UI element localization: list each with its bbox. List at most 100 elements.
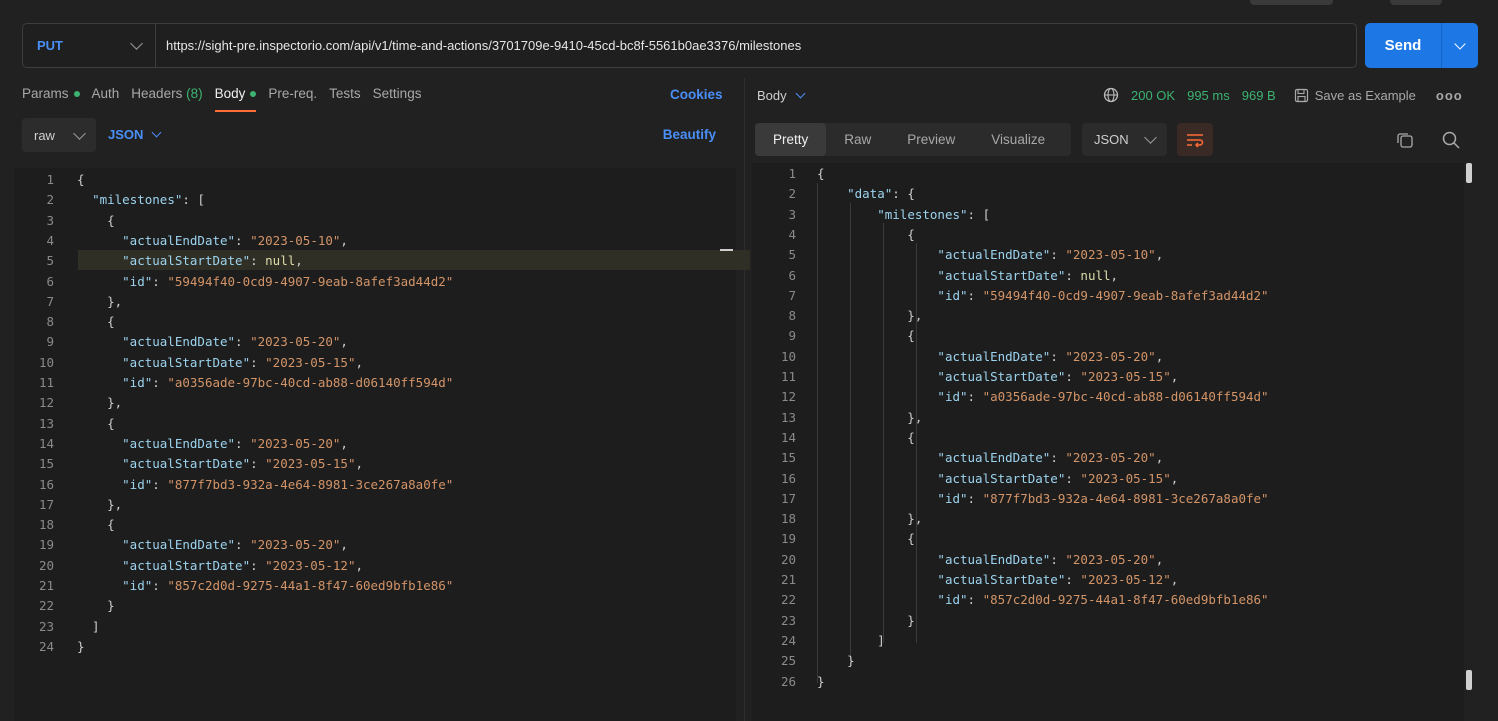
status-code[interactable]: 200 OK	[1131, 88, 1175, 103]
save-as-example-button[interactable]: Save as Example	[1294, 88, 1416, 103]
response-format-select[interactable]: JSON	[1082, 123, 1167, 156]
tab-prereq-label: Pre-req.	[268, 86, 318, 101]
view-tab-raw[interactable]: Raw	[826, 123, 889, 156]
code-token: }	[817, 612, 915, 628]
code-token: {	[77, 314, 115, 330]
body-mode-label: raw	[34, 127, 55, 143]
view-tab-pretty[interactable]: Pretty	[755, 123, 827, 156]
code-token: {	[817, 429, 915, 445]
code-token: :	[235, 537, 251, 553]
line-number: 9	[788, 328, 796, 344]
tab-body-label: Body	[214, 86, 246, 101]
code-text: }	[817, 651, 855, 671]
code-line: 2 "data": {	[752, 184, 1464, 204]
code-token: :	[967, 287, 983, 303]
code-text: "actualEndDate": "2023-05-20",	[77, 535, 348, 555]
code-token: ,	[1155, 348, 1164, 364]
tab-headers[interactable]: Headers (8)	[131, 86, 202, 112]
line-number: 8	[788, 308, 796, 324]
body-indicator-dot	[250, 91, 257, 98]
more-options-icon[interactable]: ooo	[1436, 88, 1463, 103]
line-number: 16	[38, 476, 54, 492]
code-text: ]	[77, 617, 100, 637]
copy-icon[interactable]	[1396, 131, 1414, 149]
code-line: 22 "id": "857c2d0d-9275-44a1-8f47-60ed9b…	[752, 590, 1464, 610]
code-token: "actualStartDate"	[937, 369, 1066, 384]
beautify-button[interactable]: Beautify	[663, 127, 716, 142]
code-text: "actualStartDate": "2023-05-15",	[817, 367, 1178, 387]
tab-auth[interactable]: Auth	[92, 86, 120, 112]
code-token: "2023-05-10"	[1065, 247, 1156, 263]
code-token: ,	[1155, 247, 1164, 263]
code-token: "data"	[847, 186, 893, 202]
pane-divider[interactable]	[744, 78, 745, 721]
tab-params[interactable]: Params	[22, 86, 80, 112]
code-line: 10 "actualEndDate": "2023-05-20",	[752, 347, 1464, 367]
code-token: {	[77, 212, 115, 228]
send-button[interactable]: Send	[1365, 23, 1478, 68]
code-line: 1{	[752, 164, 1464, 184]
tab-body[interactable]: Body	[214, 86, 257, 112]
response-time[interactable]: 995 ms	[1187, 88, 1230, 103]
code-text: "actualStartDate": "2023-05-12",	[77, 556, 363, 576]
line-number: 15	[38, 456, 54, 472]
code-token: :	[250, 354, 266, 370]
code-line: 3 {	[14, 211, 736, 231]
line-number: 3	[46, 212, 54, 228]
code-text: },	[817, 306, 922, 326]
line-number: 17	[780, 490, 796, 506]
body-mode-select[interactable]: raw	[22, 118, 96, 152]
code-token: {	[77, 415, 115, 431]
scrollbar-thumb[interactable]	[1466, 670, 1472, 690]
response-body-select[interactable]: Body	[757, 88, 806, 103]
tab-headers-label: Headers	[131, 86, 183, 101]
view-tab-visualize[interactable]: Visualize	[973, 123, 1063, 156]
response-size[interactable]: 969 B	[1242, 88, 1276, 103]
response-body-viewer[interactable]: 1{2 "data": {3 "milestones": [4 {5 "actu…	[752, 163, 1464, 721]
top-toolbar-remnant	[1390, 0, 1442, 5]
search-icon[interactable]	[1441, 130, 1461, 150]
send-options-button[interactable]	[1442, 37, 1478, 50]
code-token: "a0356ade-97bc-40cd-ab88-d06140ff594d"	[167, 375, 454, 390]
tab-prereq[interactable]: Pre-req.	[268, 86, 317, 112]
code-token: :	[967, 490, 983, 506]
code-token: {	[817, 328, 915, 344]
cookies-link[interactable]: Cookies	[670, 87, 723, 102]
view-tab-preview[interactable]: Preview	[889, 123, 973, 156]
wrap-lines-button[interactable]	[1177, 123, 1213, 156]
code-text: {	[817, 164, 825, 184]
code-text: "id": "a0356ade-97bc-40cd-ab88-d06140ff5…	[817, 387, 1268, 407]
response-view-tabs: Pretty Raw Preview Visualize	[755, 123, 1071, 156]
tab-tests[interactable]: Tests	[329, 86, 361, 112]
save-as-example-label: Save as Example	[1314, 87, 1416, 103]
code-token: ,	[1170, 369, 1179, 384]
code-line: 14 {	[752, 428, 1464, 448]
code-token: :	[152, 273, 168, 289]
code-token: "2023-05-20"	[250, 435, 341, 451]
code-token: "actualStartDate"	[122, 354, 251, 370]
chevron-down-icon	[1454, 37, 1466, 50]
request-body-editor[interactable]: 1{2 "milestones": [3 {4 "actualEndDate":…	[14, 168, 750, 721]
body-format-select[interactable]: JSON	[108, 127, 162, 142]
line-number: 15	[780, 450, 796, 466]
line-number: 26	[780, 673, 796, 689]
code-line: 12 },	[14, 393, 736, 413]
code-token: "actualStartDate"	[122, 557, 251, 573]
code-line: 16 "actualStartDate": "2023-05-15",	[752, 469, 1464, 489]
code-token: :	[235, 232, 251, 248]
response-status-bar: 200 OK 995 ms 969 B Save as Example ooo	[1103, 87, 1463, 103]
code-line: 5 "actualEndDate": "2023-05-10",	[752, 245, 1464, 265]
method-select[interactable]: PUT	[23, 24, 156, 67]
scrollbar-thumb[interactable]	[1466, 163, 1472, 183]
url-input[interactable]: https://sight-pre.inspectorio.com/api/v1…	[156, 38, 801, 53]
line-number: 6	[46, 273, 54, 289]
code-line: 17 },	[14, 495, 736, 515]
network-globe-icon[interactable]	[1103, 87, 1119, 103]
tab-settings[interactable]: Settings	[373, 86, 422, 112]
code-token: "2023-05-15"	[265, 354, 356, 370]
